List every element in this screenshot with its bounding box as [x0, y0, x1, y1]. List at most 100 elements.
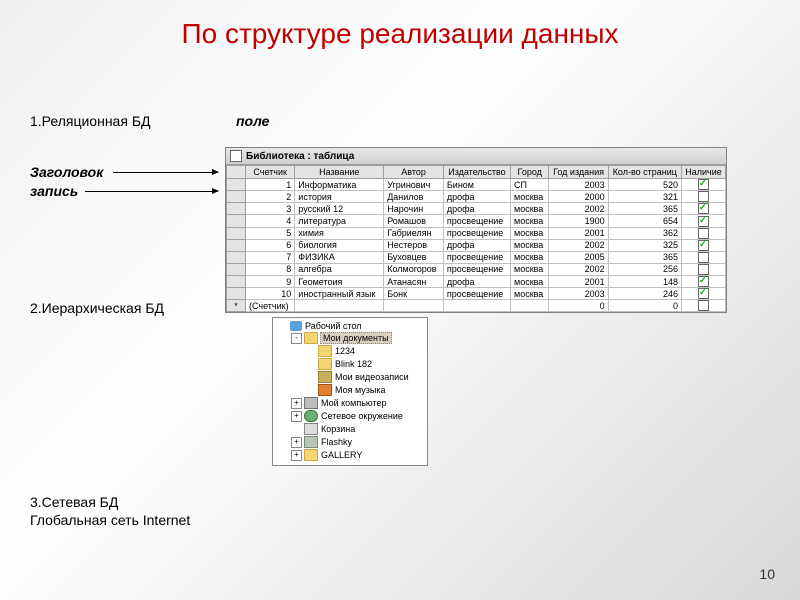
- col-header: Счетчик: [246, 166, 295, 179]
- expand-icon[interactable]: +: [291, 411, 302, 422]
- cell-counter: 1: [246, 179, 295, 191]
- row-selector[interactable]: [227, 239, 246, 251]
- cell-city: москва: [511, 263, 549, 275]
- tree-item[interactable]: Рабочий стол: [275, 321, 425, 332]
- cell-counter: 9: [246, 276, 295, 288]
- tree-item[interactable]: Корзина: [275, 423, 425, 436]
- tree-item[interactable]: +Flashky: [275, 436, 425, 449]
- col-header: Наличие: [682, 166, 726, 179]
- checkbox-icon[interactable]: [698, 300, 709, 311]
- label-internet: Глобальная сеть Internet: [30, 512, 190, 528]
- cell-year: 0: [549, 300, 608, 312]
- cell-author: Нарочин: [384, 203, 444, 215]
- row-selector[interactable]: [227, 288, 246, 300]
- cell-city: москва: [511, 227, 549, 239]
- row-selector[interactable]: [227, 251, 246, 263]
- col-header: Издательство: [443, 166, 510, 179]
- cell-city: москва: [511, 288, 549, 300]
- row-selector-new[interactable]: *: [227, 300, 246, 312]
- tree-label: Мои видеозаписи: [334, 372, 410, 382]
- cell-year: 2001: [549, 276, 608, 288]
- table-row: 3русский 12Нарочиндрофамосква2002365: [227, 203, 726, 215]
- cell-author: Бонк: [384, 288, 444, 300]
- expand-icon[interactable]: -: [291, 333, 302, 344]
- table-row: 10иностранный языкБонкпросвещениемосква2…: [227, 288, 726, 300]
- row-selector[interactable]: [227, 203, 246, 215]
- tree-label: Blink 182: [334, 359, 373, 369]
- row-selector[interactable]: [227, 263, 246, 275]
- label-field: поле: [236, 113, 269, 129]
- checkbox-icon[interactable]: [698, 288, 709, 299]
- tree-label: Мой компьютер: [320, 398, 388, 408]
- folder-icon: [304, 449, 318, 461]
- cell-name: Информатика: [295, 179, 384, 191]
- checkbox-icon[interactable]: [698, 203, 709, 214]
- cell-avail[interactable]: [682, 288, 726, 300]
- table-row: 1ИнформатикаУгриновичБиномСП2003520: [227, 179, 726, 191]
- cell-avail[interactable]: [682, 276, 726, 288]
- checkbox-icon[interactable]: [698, 191, 709, 202]
- row-selector[interactable]: [227, 276, 246, 288]
- cell-avail[interactable]: [682, 215, 726, 227]
- checkbox-icon[interactable]: [698, 264, 709, 275]
- cell-year: 2001: [549, 227, 608, 239]
- expand-icon[interactable]: +: [291, 450, 302, 461]
- cell-avail[interactable]: [682, 251, 726, 263]
- desktop-icon: [290, 321, 302, 331]
- cell-avail[interactable]: [682, 203, 726, 215]
- network-icon: [304, 410, 318, 422]
- cell-avail[interactable]: [682, 263, 726, 275]
- cell-publisher: просвещение: [443, 251, 510, 263]
- table-row-new[interactable]: *(Счетчик)00: [227, 300, 726, 312]
- cell-city: москва: [511, 191, 549, 203]
- checkbox-icon[interactable]: [698, 276, 709, 287]
- cell-counter: 6: [246, 239, 295, 251]
- tree-item[interactable]: Мои видеозаписи: [275, 371, 425, 384]
- cell-avail[interactable]: [682, 227, 726, 239]
- tree-item[interactable]: 1234: [275, 345, 425, 358]
- cell-pages: 362: [608, 227, 681, 239]
- cell-year: 2003: [549, 179, 608, 191]
- label-record: запись: [30, 183, 78, 199]
- cell-author: Угринович: [384, 179, 444, 191]
- window-title-text: Библиотека : таблица: [246, 151, 354, 162]
- cell-name: алгебра: [295, 263, 384, 275]
- checkbox-icon[interactable]: [698, 240, 709, 251]
- cell-publisher: Бином: [443, 179, 510, 191]
- cell-avail[interactable]: [682, 179, 726, 191]
- col-header: [227, 166, 246, 179]
- cell-year: 1900: [549, 215, 608, 227]
- cell-publisher: просвещение: [443, 215, 510, 227]
- cell-counter: 7: [246, 251, 295, 263]
- checkbox-icon[interactable]: [698, 179, 709, 190]
- db-table: СчетчикНазваниеАвторИздательствоГородГод…: [226, 165, 726, 312]
- tree-item[interactable]: +Сетевое окружение: [275, 410, 425, 423]
- tree-item[interactable]: +GALLERY: [275, 449, 425, 462]
- row-selector[interactable]: [227, 191, 246, 203]
- row-selector[interactable]: [227, 227, 246, 239]
- computer-icon: [304, 397, 318, 409]
- tree-item[interactable]: + Мой компьютер: [275, 397, 425, 410]
- tree-item[interactable]: Blink 182: [275, 358, 425, 371]
- tree-item[interactable]: Моя музыка: [275, 384, 425, 397]
- cell-author: Ромашов: [384, 215, 444, 227]
- row-selector[interactable]: [227, 215, 246, 227]
- tree-item[interactable]: -Мои документы: [275, 332, 425, 345]
- cell-counter: 3: [246, 203, 295, 215]
- checkbox-icon[interactable]: [698, 216, 709, 227]
- cell-avail[interactable]: [682, 239, 726, 251]
- expand-icon[interactable]: +: [291, 398, 302, 409]
- expand-icon[interactable]: +: [291, 437, 302, 448]
- cell-avail[interactable]: [682, 191, 726, 203]
- label-relational: 1.Реляционная БД: [30, 113, 150, 129]
- cell-author: Буховцев: [384, 251, 444, 263]
- cell-author: Нестеров: [384, 239, 444, 251]
- cell-counter: (Счетчик): [246, 300, 295, 312]
- trash-icon: [304, 423, 318, 435]
- cell-pages: 148: [608, 276, 681, 288]
- checkbox-icon[interactable]: [698, 252, 709, 263]
- row-selector[interactable]: [227, 179, 246, 191]
- checkbox-icon[interactable]: [698, 228, 709, 239]
- cell-counter: 2: [246, 191, 295, 203]
- tree-window: Рабочий стол-Мои документы1234Blink 182 М…: [272, 317, 428, 466]
